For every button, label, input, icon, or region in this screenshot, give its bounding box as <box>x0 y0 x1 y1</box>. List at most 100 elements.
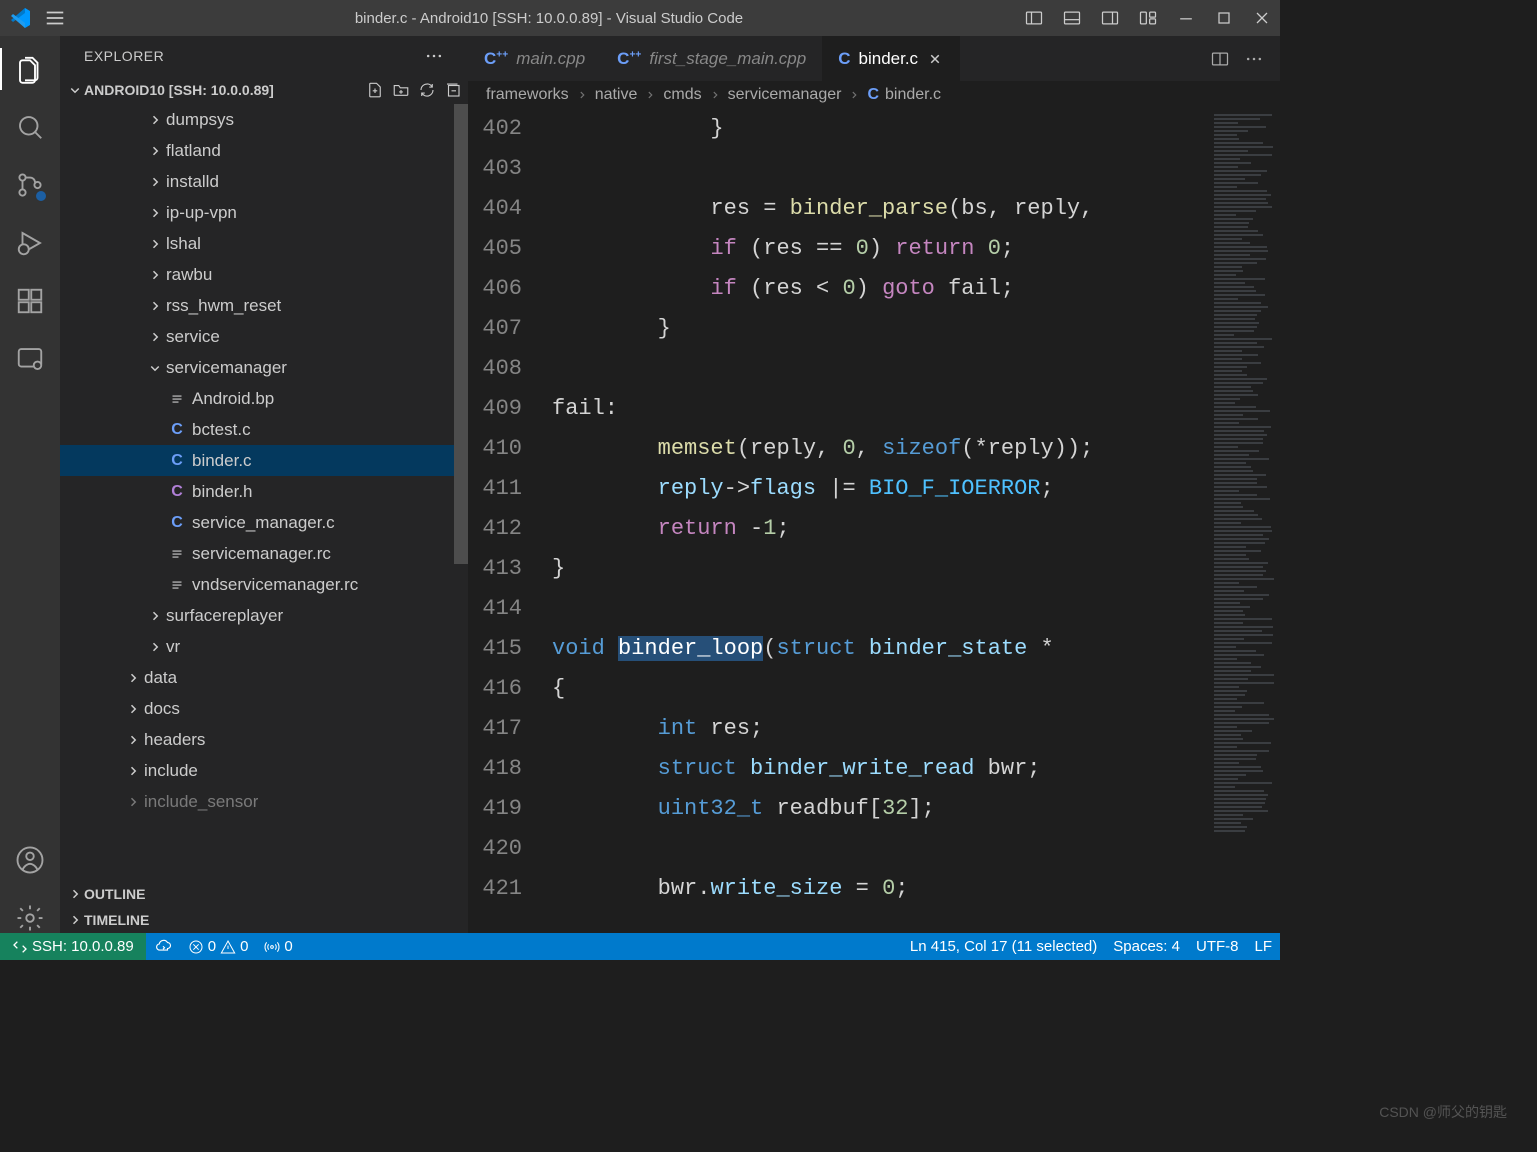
tree-file[interactable]: Cbinder.c <box>60 445 468 476</box>
code-line[interactable]: void binder_loop(struct binder_state * <box>552 629 1210 669</box>
outline-section[interactable]: OUTLINE <box>60 881 468 907</box>
tree-folder[interactable]: flatland <box>60 135 468 166</box>
tree-folder[interactable]: data <box>60 662 468 693</box>
layout-panel-right-icon[interactable] <box>1100 8 1120 28</box>
code-line[interactable]: bwr.write_size = 0; <box>552 869 1210 909</box>
tree-folder[interactable]: include_sensor <box>60 786 468 817</box>
tree-label: vndservicemanager.rc <box>192 575 358 595</box>
activitybar-debug[interactable] <box>15 228 45 258</box>
explorer-section-header[interactable]: ANDROID10 [SSH: 10.0.0.89] <box>60 76 468 104</box>
split-editor-icon[interactable] <box>1210 49 1230 69</box>
tree-folder[interactable]: servicemanager <box>60 352 468 383</box>
code-line[interactable]: fail: <box>552 389 1210 429</box>
code-line[interactable]: uint32_t readbuf[32]; <box>552 789 1210 829</box>
tree-file[interactable]: vndservicemanager.rc <box>60 569 468 600</box>
code-line[interactable] <box>552 149 1210 189</box>
code-text[interactable]: } res = binder_parse(bs, reply, if (res … <box>552 109 1210 933</box>
tree-scrollbar-thumb[interactable] <box>454 104 468 564</box>
chevron-right-icon <box>66 911 84 929</box>
tree-folder[interactable]: include <box>60 755 468 786</box>
breadcrumb-item[interactable]: native <box>595 86 638 104</box>
status-errors-count: 0 <box>208 938 216 955</box>
tree-file[interactable]: Cservice_manager.c <box>60 507 468 538</box>
close-icon[interactable] <box>1252 8 1272 28</box>
more-icon[interactable] <box>1244 49 1264 69</box>
editor-tab[interactable]: C++first_stage_main.cpp <box>601 36 822 81</box>
tree-file[interactable]: Android.bp <box>60 383 468 414</box>
refresh-icon[interactable] <box>418 81 436 99</box>
tree-label: flatland <box>166 141 221 161</box>
tree-folder[interactable]: service <box>60 321 468 352</box>
editor-tab[interactable]: C++main.cpp <box>468 36 601 81</box>
titlebar-layout-icons <box>1024 8 1272 28</box>
breadcrumb-item[interactable]: servicemanager <box>728 86 842 104</box>
activitybar-settings[interactable] <box>15 903 45 933</box>
activitybar-search[interactable] <box>15 112 45 142</box>
code-line[interactable] <box>552 589 1210 629</box>
code-editor[interactable]: 4024034044054064074084094104114124134144… <box>468 109 1280 933</box>
code-line[interactable]: return -1; <box>552 509 1210 549</box>
code-line[interactable]: if (res < 0) goto fail; <box>552 269 1210 309</box>
tree-folder[interactable]: dumpsys <box>60 104 468 135</box>
tree-folder[interactable]: vr <box>60 631 468 662</box>
code-line[interactable]: reply->flags |= BIO_F_IOERROR; <box>552 469 1210 509</box>
tree-file[interactable]: Cbinder.h <box>60 476 468 507</box>
file-tree[interactable]: dumpsys flatland installdip-up-vpnlshalraw… <box>60 104 468 881</box>
new-folder-icon[interactable] <box>392 81 410 99</box>
maximize-icon[interactable] <box>1214 8 1234 28</box>
code-line[interactable]: struct binder_write_read bwr; <box>552 749 1210 789</box>
tree-folder[interactable]: rawbu <box>60 259 468 290</box>
activitybar-accounts[interactable] <box>15 845 45 875</box>
breadcrumbs[interactable]: frameworksnativecmdsservicemanagerCbinde… <box>468 81 1280 109</box>
code-line[interactable]: } <box>552 109 1210 149</box>
editor-tab[interactable]: Cbinder.c <box>822 36 960 81</box>
status-spaces[interactable]: Spaces: 4 <box>1105 938 1188 955</box>
timeline-section[interactable]: TIMELINE <box>60 907 468 933</box>
minimap[interactable] <box>1210 109 1280 933</box>
tree-label: servicemanager <box>166 358 287 378</box>
activitybar-explorer[interactable] <box>15 54 45 84</box>
tree-folder[interactable]: surfacereplayer <box>60 600 468 631</box>
code-line[interactable]: res = binder_parse(bs, reply, <box>552 189 1210 229</box>
code-line[interactable]: if (res == 0) return 0; <box>552 229 1210 269</box>
tree-folder[interactable]: docs <box>60 693 468 724</box>
status-remote[interactable]: SSH: 10.0.0.89 <box>0 933 146 960</box>
status-problems[interactable]: 0 0 <box>180 933 257 960</box>
breadcrumb-item[interactable]: frameworks <box>486 86 569 104</box>
code-line[interactable] <box>552 829 1210 869</box>
tree-label: service <box>166 327 220 347</box>
close-icon[interactable] <box>926 50 944 68</box>
tree-folder[interactable]: ip-up-vpn <box>60 197 468 228</box>
collapse-all-icon[interactable] <box>444 81 462 99</box>
code-line[interactable] <box>552 349 1210 389</box>
layout-panel-left-icon[interactable] <box>1024 8 1044 28</box>
layout-customize-icon[interactable] <box>1138 8 1158 28</box>
tree-folder[interactable]: installd <box>60 166 468 197</box>
status-sync[interactable] <box>146 933 180 960</box>
new-file-icon[interactable] <box>366 81 384 99</box>
minimize-icon[interactable] <box>1176 8 1196 28</box>
status-eol[interactable]: LF <box>1246 938 1280 955</box>
code-line[interactable]: memset(reply, 0, sizeof(*reply)); <box>552 429 1210 469</box>
activitybar-extensions[interactable] <box>15 286 45 316</box>
status-encoding[interactable]: UTF-8 <box>1188 938 1247 955</box>
activitybar-source-control[interactable] <box>15 170 45 200</box>
more-icon[interactable] <box>424 46 444 66</box>
code-line[interactable]: } <box>552 549 1210 589</box>
tree-folder[interactable]: lshal <box>60 228 468 259</box>
tree-file[interactable]: servicemanager.rc <box>60 538 468 569</box>
breadcrumb-file[interactable]: binder.c <box>885 86 941 104</box>
code-line[interactable]: { <box>552 669 1210 709</box>
hamburger-menu-icon[interactable] <box>44 7 66 29</box>
code-line[interactable]: } <box>552 309 1210 349</box>
activitybar-remote[interactable] <box>15 344 45 374</box>
tree-folder[interactable]: rss_hwm_reset <box>60 290 468 321</box>
layout-panel-bottom-icon[interactable] <box>1062 8 1082 28</box>
watermark: CSDN @师父的钥匙 <box>1379 1102 1507 1122</box>
status-ports[interactable]: 0 <box>256 933 300 960</box>
code-line[interactable]: int res; <box>552 709 1210 749</box>
breadcrumb-item[interactable]: cmds <box>663 86 701 104</box>
tree-folder[interactable]: headers <box>60 724 468 755</box>
status-cursor[interactable]: Ln 415, Col 17 (11 selected) <box>902 938 1105 955</box>
tree-file[interactable]: Cbctest.c <box>60 414 468 445</box>
